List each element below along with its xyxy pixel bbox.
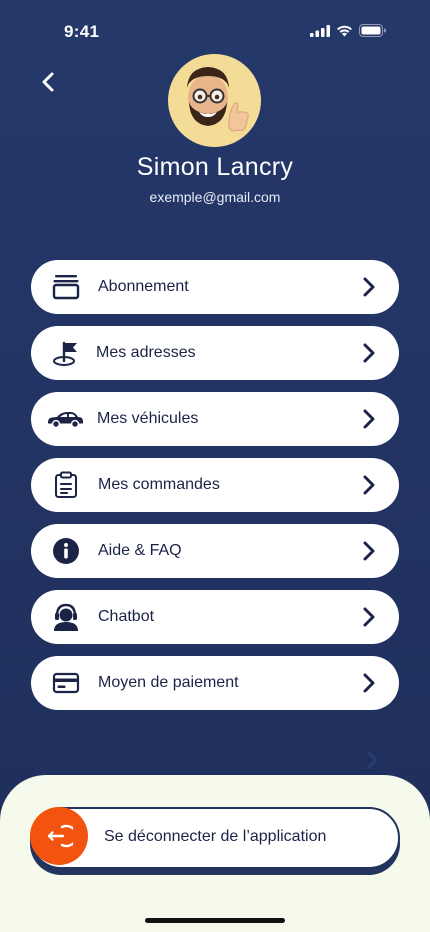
car-icon	[45, 405, 85, 433]
chevron-left-icon	[42, 72, 54, 92]
info-icon	[51, 537, 81, 565]
subscription-stack-icon	[51, 273, 81, 301]
wifi-icon	[337, 25, 352, 36]
menu-item-label: Chatbot	[98, 608, 155, 625]
map-flag-icon	[51, 339, 81, 367]
memoji-avatar-icon	[187, 67, 249, 132]
menu-item-label: Abonnement	[98, 278, 189, 295]
chevron-right-icon	[363, 277, 375, 297]
logout-icon-circle	[30, 807, 88, 865]
status-time: 9:41	[64, 22, 100, 41]
logout-icon	[47, 824, 73, 848]
battery-icon	[359, 24, 386, 37]
status-bar: 9:41	[0, 0, 430, 60]
chevron-right-icon	[363, 409, 375, 429]
chevron-right-icon	[363, 343, 375, 363]
profile-screen: 9:41 Simon Lancry exemple@gmail.com Abon…	[0, 0, 430, 932]
menu-item-label: Mes commandes	[98, 476, 220, 493]
menu-item-commandes[interactable]: Mes commandes	[31, 458, 399, 512]
back-button[interactable]	[32, 66, 64, 98]
logout-button[interactable]: Se déconnecter de l’application	[30, 807, 400, 869]
home-indicator[interactable]	[145, 918, 285, 923]
avatar[interactable]	[168, 54, 261, 147]
menu-item-label: Aide & FAQ	[98, 542, 182, 559]
support-agent-icon	[51, 603, 81, 631]
menu-item-label: Mes véhicules	[97, 410, 199, 427]
chevron-right-icon	[363, 475, 375, 495]
menu-item-label: Mes adresses	[96, 344, 196, 361]
menu-item-vehicules[interactable]: Mes véhicules	[31, 392, 399, 446]
menu-item-adresses[interactable]: Mes adresses	[31, 326, 399, 380]
status-icons	[310, 24, 386, 37]
menu-item-aide-faq[interactable]: Aide & FAQ	[31, 524, 399, 578]
logout-label: Se déconnecter de l’application	[104, 828, 327, 845]
menu-item-paiement[interactable]: Moyen de paiement	[31, 656, 399, 710]
menu-item-abonnement[interactable]: Abonnement	[31, 260, 399, 314]
clipboard-icon	[51, 471, 81, 499]
profile-name: Simon Lancry	[136, 153, 294, 181]
cellular-signal-icon	[310, 24, 330, 37]
profile-menu: Abonnement Mes adresses Mes véhicules Me…	[31, 260, 399, 722]
chevron-right-icon	[366, 750, 378, 770]
profile-email: exemple@gmail.com	[149, 189, 281, 205]
bottom-sheet: Se déconnecter de l’application	[0, 775, 430, 932]
menu-item-chatbot[interactable]: Chatbot	[31, 590, 399, 644]
chevron-right-icon	[363, 673, 375, 693]
menu-item-label: Moyen de paiement	[98, 674, 239, 691]
chevron-right-icon	[363, 541, 375, 561]
chevron-right-icon	[363, 607, 375, 627]
credit-card-icon	[51, 669, 81, 697]
